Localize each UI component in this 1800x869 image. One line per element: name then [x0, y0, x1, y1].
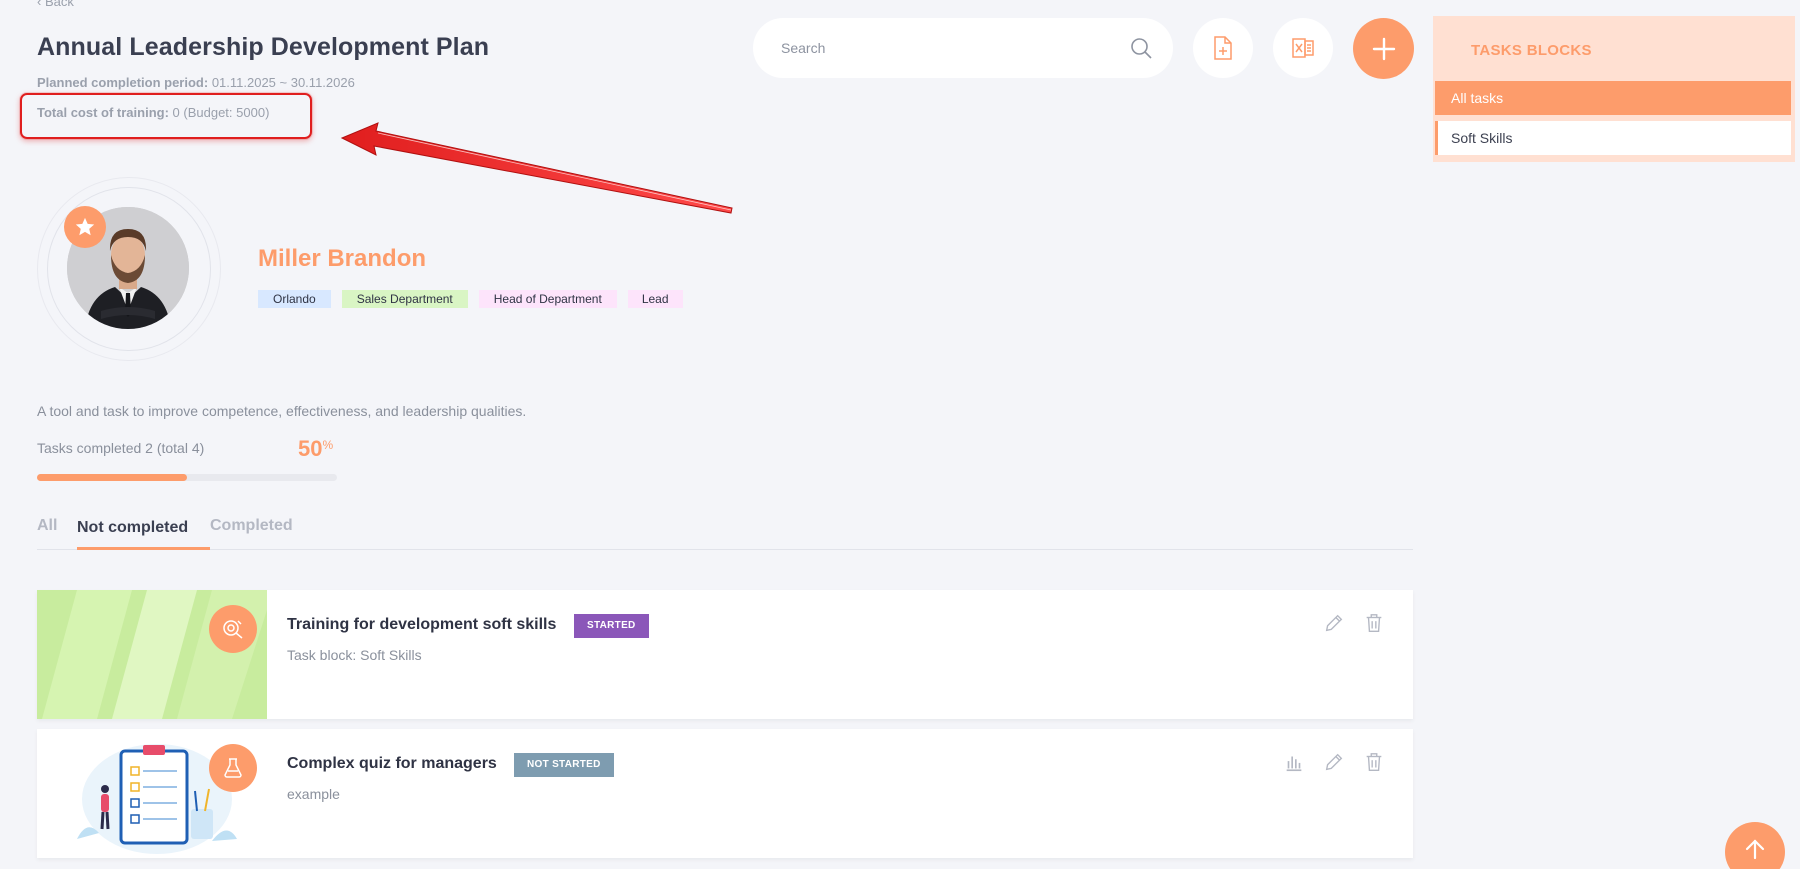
progress-percent-value: 50: [298, 436, 323, 461]
task-title[interactable]: Training for development soft skills: [287, 616, 556, 634]
person-name: Miller Brandon: [258, 245, 427, 272]
tag-position: Head of Department: [478, 290, 617, 308]
task-subtitle: example: [287, 786, 340, 802]
tag-location: Orlando: [258, 290, 331, 308]
tab-completed[interactable]: Completed: [210, 517, 293, 535]
page-title: Annual Leadership Development Plan: [37, 33, 490, 61]
training-icon: [223, 620, 243, 639]
excel-export-icon: [1292, 38, 1314, 58]
status-badge: NOT STARTED: [514, 753, 614, 777]
tasks-blocks-panel: TASKS BLOCKS All tasks Soft Skills: [1433, 16, 1795, 162]
progress-label: Tasks completed 2 (total 4): [37, 440, 205, 456]
back-link[interactable]: ‹ Back: [37, 0, 74, 9]
person-tags: Orlando Sales Department Head of Departm…: [258, 290, 683, 308]
delete-icon[interactable]: [1363, 751, 1385, 773]
task-title[interactable]: Complex quiz for managers: [287, 755, 497, 773]
task-card[interactable]: Training for development soft skills STA…: [37, 590, 1413, 719]
task-actions: [1283, 751, 1385, 773]
add-task-button[interactable]: [1353, 18, 1414, 79]
star-badge: [64, 206, 106, 248]
statistics-icon[interactable]: [1283, 751, 1305, 773]
add-document-button[interactable]: [1193, 18, 1253, 78]
completion-period: Planned completion period: 01.11.2025 ~ …: [37, 75, 355, 90]
quiz-icon-badge: [209, 744, 257, 792]
progress-bar: [37, 474, 337, 481]
edit-icon[interactable]: [1323, 612, 1345, 634]
search-input[interactable]: [781, 18, 1111, 78]
block-item-soft-skills[interactable]: Soft Skills: [1435, 121, 1791, 155]
annotation-highlight-box: [20, 93, 312, 139]
progress-fill: [37, 474, 187, 481]
add-document-icon: [1214, 36, 1232, 60]
progress-percent: 50%: [298, 436, 333, 462]
period-value: 01.11.2025 ~ 30.11.2026: [211, 75, 355, 90]
search-box[interactable]: [753, 18, 1173, 78]
progress-percent-unit: %: [322, 438, 334, 452]
excel-export-button[interactable]: [1273, 18, 1333, 78]
arrow-up-icon: [1745, 839, 1765, 860]
search-icon[interactable]: [1129, 36, 1153, 60]
quiz-flask-icon: [224, 758, 242, 778]
task-tabs: All Not completed Completed: [37, 507, 1413, 550]
block-item-all-tasks[interactable]: All tasks: [1435, 81, 1791, 115]
plan-description: A tool and task to improve competence, e…: [37, 403, 527, 419]
plus-icon: [1372, 37, 1395, 60]
tab-all[interactable]: All: [37, 517, 57, 535]
edit-icon[interactable]: [1323, 751, 1345, 773]
delete-icon[interactable]: [1363, 612, 1385, 634]
active-tab-underline: [77, 547, 210, 550]
task-card[interactable]: Complex quiz for managers NOT STARTED ex…: [37, 729, 1413, 858]
tasks-blocks-title: TASKS BLOCKS: [1471, 42, 1592, 59]
tab-not-completed[interactable]: Not completed: [77, 519, 188, 537]
scroll-to-top-button[interactable]: [1725, 822, 1785, 869]
star-icon: [75, 217, 95, 236]
tag-department: Sales Department: [341, 290, 468, 308]
tag-role: Lead: [627, 290, 683, 308]
task-subtitle: Task block: Soft Skills: [287, 647, 422, 663]
task-actions: [1323, 612, 1385, 634]
period-label: Planned completion period:: [37, 75, 209, 90]
training-icon-badge: [209, 605, 257, 653]
status-badge: STARTED: [574, 614, 649, 638]
